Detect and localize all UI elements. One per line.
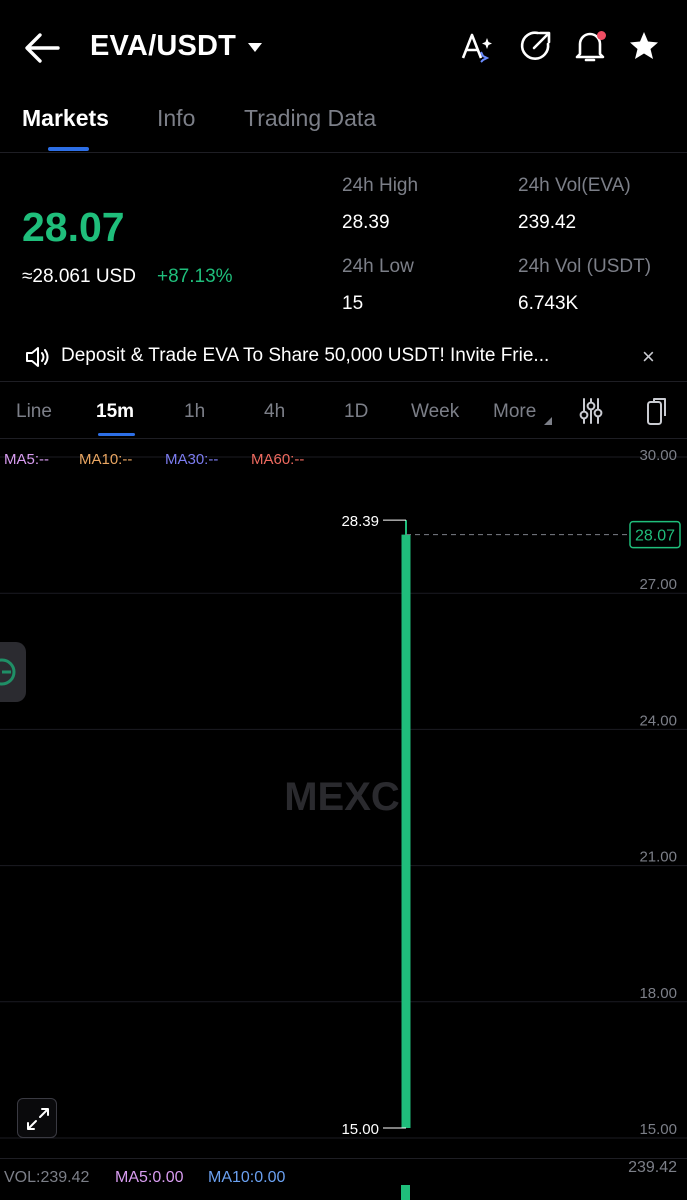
interval-line[interactable]: Line [16, 401, 52, 423]
star-icon[interactable] [626, 28, 662, 64]
active-tab-indicator [48, 147, 89, 151]
y-axis-tick-label: 15.00 [639, 1121, 677, 1138]
interval-1h[interactable]: 1h [184, 401, 205, 423]
ma10-indicator: MA10:-- [79, 451, 133, 468]
volume-panel: VOL:239.42 MA5:0.00 MA10:0.00 239.42 [0, 1158, 687, 1200]
interval-4h[interactable]: 4h [264, 401, 285, 423]
indicator-settings-icon[interactable] [577, 396, 605, 426]
high-value: 28.39 [342, 212, 390, 233]
vol-usdt-label: 24h Vol (USDT) [518, 256, 652, 277]
candlestick-chart[interactable]: 30.00 27.00 24.00 21.00 18.00 15.00 MEXC 28.39 1… [0, 440, 687, 1158]
y-axis-tick-label: 21.00 [639, 849, 677, 866]
ma30-indicator: MA30:-- [165, 451, 219, 468]
volume-ma5: MA5:0.00 [115, 1169, 184, 1186]
y-axis-tick-label: 24.00 [639, 712, 677, 729]
vol-eva-label: 24h Vol(EVA) [518, 175, 631, 196]
usd-equivalent: ≈28.061 USD [22, 266, 136, 287]
vol-eva-value: 239.42 [518, 212, 577, 233]
gauge-icon [0, 658, 16, 686]
ma60-indicator: MA60:-- [251, 451, 305, 468]
fullscreen-button[interactable] [17, 1098, 57, 1138]
candle-body [401, 534, 411, 1128]
y-axis-tick-label: 27.00 [639, 576, 677, 593]
share-icon[interactable] [518, 28, 554, 64]
low-marker-label: 15.00 [341, 1121, 379, 1138]
tab-trading-data[interactable]: Trading Data [244, 105, 376, 132]
header: EVA/USDT [0, 0, 687, 95]
notification-dot [597, 31, 606, 40]
tab-markets[interactable]: Markets [22, 105, 109, 132]
banner-text[interactable]: Deposit & Trade EVA To Share 50,000 USDT… [61, 345, 626, 367]
active-interval-indicator [98, 433, 135, 436]
high-marker-label: 28.39 [341, 513, 379, 530]
back-arrow-icon[interactable] [22, 28, 64, 68]
floating-side-button[interactable] [0, 642, 26, 702]
volume-bar [401, 1185, 410, 1200]
interval-more[interactable]: More [493, 401, 536, 423]
vol-usdt-value: 6.743K [518, 293, 579, 314]
announcement-banner[interactable]: Deposit & Trade EVA To Share 50,000 USDT… [0, 332, 687, 382]
caret-down-icon[interactable] [246, 40, 264, 54]
triangle-down-icon [544, 417, 552, 425]
high-label: 24h High [342, 175, 419, 196]
y-axis-tick-label: 30.00 [639, 447, 677, 464]
mexc-watermark: MEXC [284, 775, 400, 819]
speaker-icon [26, 347, 49, 367]
last-price: 28.07 [22, 204, 125, 250]
interval-week[interactable]: Week [411, 401, 459, 423]
current-price-label: 28.07 [635, 528, 675, 545]
main-tabs: Markets Info Trading Data [0, 95, 687, 153]
text-ai-icon[interactable] [460, 28, 496, 64]
interval-1d[interactable]: 1D [344, 401, 368, 423]
ma5-indicator: MA5:-- [4, 451, 49, 468]
y-axis-tick-label: 18.00 [639, 985, 677, 1002]
low-value: 15 [342, 293, 364, 314]
low-label: 24h Low [342, 256, 414, 277]
expand-icon [27, 1108, 49, 1130]
volume-axis-max: 239.42 [628, 1159, 677, 1176]
interval-15m[interactable]: 15m [96, 401, 134, 423]
close-icon[interactable]: × [642, 344, 655, 370]
device-rotate-icon[interactable] [642, 396, 670, 426]
volume-value: VOL:239.42 [4, 1169, 90, 1186]
tab-info[interactable]: Info [157, 105, 195, 132]
trading-pair-title[interactable]: EVA/USDT [90, 30, 236, 63]
price-change: +87.13% [157, 266, 233, 287]
price-chart[interactable]: 30.00 27.00 24.00 21.00 18.00 15.00 MEXC 28.39 1… [0, 440, 687, 1158]
volume-ma10: MA10:0.00 [208, 1169, 286, 1186]
